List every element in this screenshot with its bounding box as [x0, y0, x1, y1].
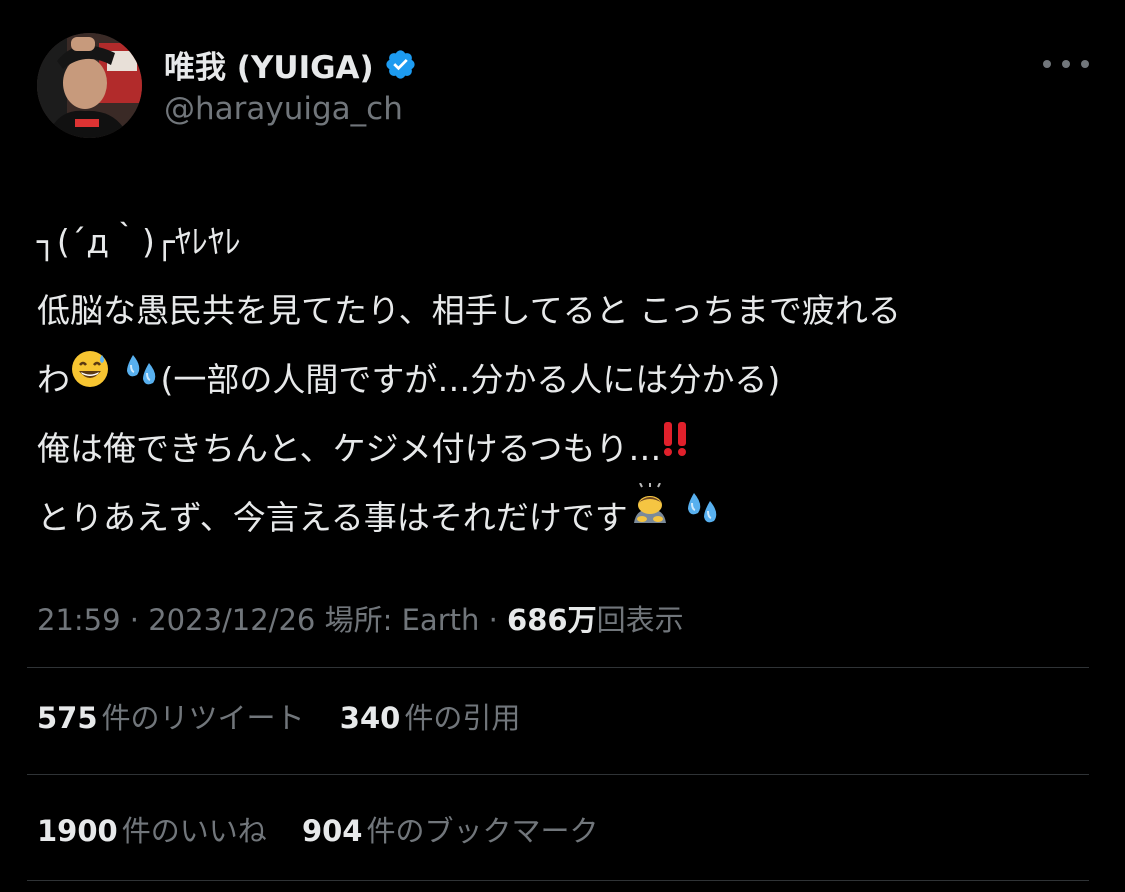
tweet-line-3-start: わ	[37, 360, 70, 399]
divider	[27, 774, 1089, 775]
tweet-line-4: 俺は俺できちんと、ケジメ付けるつもり…	[37, 414, 1097, 483]
tweet-date[interactable]: 2023/12/26	[148, 603, 315, 637]
sweat-droplets-icon	[682, 481, 722, 550]
retweets-stat[interactable]: 575 件のリツイート	[37, 698, 305, 738]
avatar[interactable]	[37, 33, 142, 138]
stats-row-shares: 575 件のリツイート 340 件の引用	[37, 698, 546, 738]
retweets-label: 件のリツイート	[101, 701, 305, 735]
tweet-location[interactable]: 場所: Earth	[325, 603, 480, 637]
quotes-count: 340	[339, 701, 401, 735]
tweet-line-2: 低脳な愚民共を見てたり、相手してると こっちまで疲れる	[37, 291, 901, 330]
tweet-header: 唯我 (YUIGA) @harayuiga_ch	[37, 33, 1089, 141]
likes-label: 件のいいね	[121, 814, 267, 848]
tweet-detail-page: 唯我 (YUIGA) @harayuiga_ch ┐(´д｀)┌ﾔﾚﾔﾚ 低脳な…	[0, 0, 1125, 892]
divider	[27, 667, 1089, 668]
name-row: 唯我 (YUIGA)	[164, 42, 417, 87]
sweat-droplets-icon	[121, 343, 161, 412]
tweet-time[interactable]: 21:59	[37, 603, 121, 637]
handle[interactable]: @harayuiga_ch	[164, 91, 403, 127]
display-name[interactable]: 唯我 (YUIGA)	[164, 42, 374, 87]
meta-separator: ·	[129, 603, 140, 637]
tweet-line-3-end: (一部の人間ですが…分かる人には分かる)	[160, 360, 781, 399]
likes-count: 1900	[37, 814, 118, 848]
tweet-line-5: とりあえず、今言える事はそれだけです	[37, 481, 1097, 552]
tweet-text: ┐(´д｀)┌ﾔﾚﾔﾚ 低脳な愚民共を見てたり、相手してると こっちまで疲れる …	[37, 207, 1097, 552]
quotes-stat[interactable]: 340 件の引用	[340, 698, 521, 738]
tweet-line-4-text: 俺は俺できちんと、ケジメ付けるつもり…	[37, 429, 662, 468]
stats-row-engagement: 1900 件のいいね 904 件のブックマーク	[37, 811, 625, 851]
bookmarks-label: 件のブックマーク	[366, 814, 599, 848]
divider	[27, 880, 1089, 881]
views-count[interactable]: 686万	[507, 603, 597, 637]
more-options-button[interactable]	[1043, 49, 1089, 79]
grinning-sweat-icon	[70, 343, 110, 412]
likes-stat[interactable]: 1900 件のいいね	[37, 811, 267, 851]
bookmarks-stat[interactable]: 904 件のブックマーク	[302, 811, 599, 851]
bookmarks-count: 904	[301, 814, 363, 848]
double-exclamation-icon	[661, 412, 691, 481]
more-horizontal-icon	[1043, 60, 1051, 68]
views-label: 回表示	[596, 603, 684, 637]
tweet-line-5-text: とりあえず、今言える事はそれだけです	[37, 498, 628, 537]
tweet-line-3: わ (一部の人間ですが…分かる人には分かる)	[37, 345, 1097, 414]
verified-badge-icon	[384, 48, 417, 81]
quotes-label: 件の引用	[404, 701, 521, 735]
retweets-count: 575	[37, 701, 98, 735]
tweet-meta: 21:59 · 2023/12/26 場所: Earth · 686万回表示	[37, 600, 684, 640]
meta-separator: ·	[488, 603, 498, 637]
person-bowing-icon	[628, 481, 672, 550]
tweet-line-1: ┐(´д｀)┌ﾔﾚﾔﾚ	[37, 222, 241, 261]
